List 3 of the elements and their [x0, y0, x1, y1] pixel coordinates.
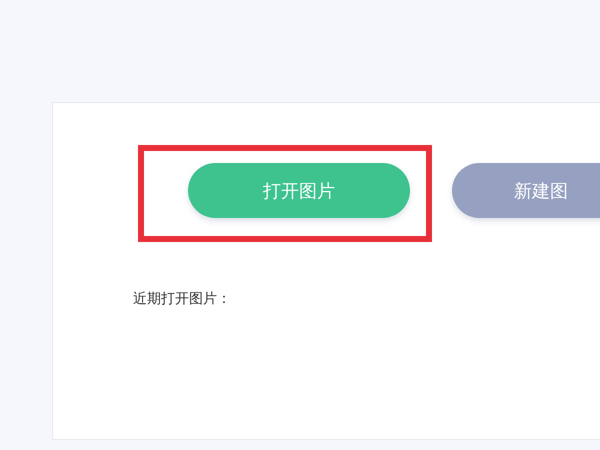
- open-image-button[interactable]: 打开图片: [188, 163, 410, 218]
- recent-images-label: 近期打开图片：: [133, 290, 232, 308]
- new-image-button[interactable]: 新建图: [452, 163, 600, 218]
